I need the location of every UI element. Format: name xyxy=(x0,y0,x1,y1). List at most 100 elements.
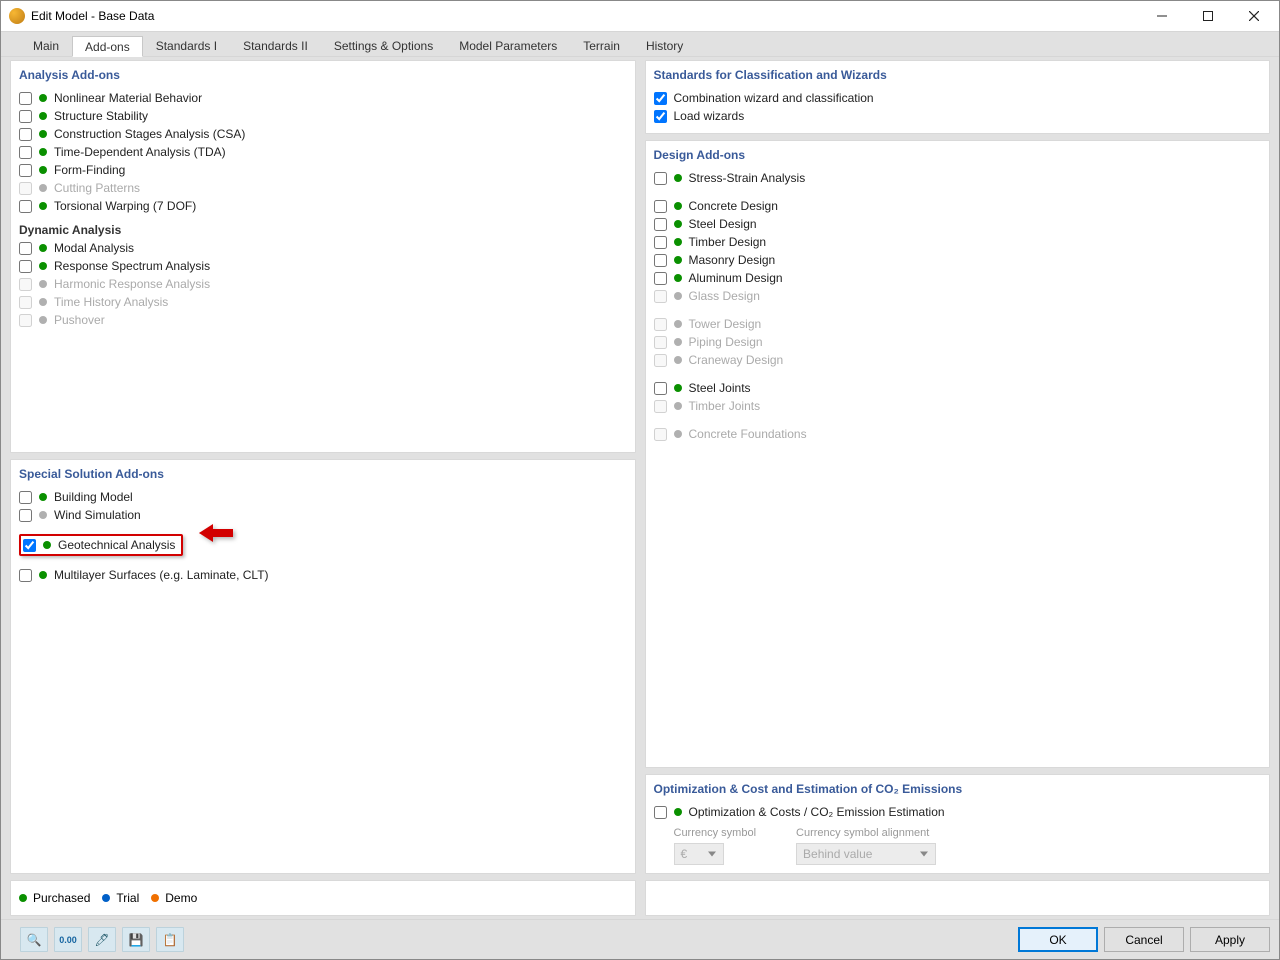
dynamic-item-2: Harmonic Response Analysis xyxy=(19,275,627,293)
geotechnical-label: Geotechnical Analysis xyxy=(58,538,175,552)
design-g1-0-checkbox[interactable] xyxy=(654,172,667,185)
geotechnical-dot xyxy=(43,541,51,549)
design-g2-5: Glass Design xyxy=(654,287,1262,305)
tab-history[interactable]: History xyxy=(633,35,696,56)
design-g3-0-label: Tower Design xyxy=(689,317,762,331)
ok-button[interactable]: OK xyxy=(1018,927,1098,952)
align-dropdown[interactable]: Behind value xyxy=(796,843,936,865)
design-g2-4-checkbox[interactable] xyxy=(654,272,667,285)
maximize-button[interactable] xyxy=(1185,1,1231,31)
analysis-item-2-checkbox[interactable] xyxy=(19,128,32,141)
highlight-arrow-icon xyxy=(199,519,235,547)
analysis-item-1-dot xyxy=(39,112,47,120)
standards-label-1: Load wizards xyxy=(674,109,745,123)
analysis-item-4-checkbox[interactable] xyxy=(19,164,32,177)
tool-script[interactable]: 🖊 xyxy=(88,927,116,952)
analysis-item-0[interactable]: Nonlinear Material Behavior xyxy=(19,89,627,107)
design-g2-2[interactable]: Timber Design xyxy=(654,233,1262,251)
standards-item-1[interactable]: Load wizards xyxy=(654,107,1262,125)
special-bottom-0-checkbox[interactable] xyxy=(19,569,32,582)
tool-search[interactable]: 🔍 xyxy=(20,927,48,952)
opt-checkbox[interactable] xyxy=(654,806,667,819)
design-g2-3-checkbox[interactable] xyxy=(654,254,667,267)
tool-copy[interactable]: 📋 xyxy=(156,927,184,952)
close-button[interactable] xyxy=(1231,1,1277,31)
analysis-item-6-label: Torsional Warping (7 DOF) xyxy=(54,199,196,213)
design-g2-4-dot xyxy=(674,274,682,282)
special-top-0[interactable]: Building Model xyxy=(19,488,627,506)
design-g4-0[interactable]: Steel Joints xyxy=(654,379,1262,397)
minimize-button[interactable] xyxy=(1139,1,1185,31)
legend-purchased: Purchased xyxy=(33,891,90,905)
dynamic-item-4-label: Pushover xyxy=(54,313,105,327)
dynamic-item-1[interactable]: Response Spectrum Analysis xyxy=(19,257,627,275)
design-g4-0-checkbox[interactable] xyxy=(654,382,667,395)
analysis-item-2-label: Construction Stages Analysis (CSA) xyxy=(54,127,245,141)
cancel-button[interactable]: Cancel xyxy=(1104,927,1184,952)
special-bottom-0[interactable]: Multilayer Surfaces (e.g. Laminate, CLT) xyxy=(19,566,627,584)
geotechnical-checkbox[interactable] xyxy=(23,539,36,552)
design-g2-1-checkbox[interactable] xyxy=(654,218,667,231)
apply-button[interactable]: Apply xyxy=(1190,927,1270,952)
analysis-item-4[interactable]: Form-Finding xyxy=(19,161,627,179)
analysis-item-3[interactable]: Time-Dependent Analysis (TDA) xyxy=(19,143,627,161)
analysis-item-5-label: Cutting Patterns xyxy=(54,181,140,195)
special-top-1[interactable]: Wind Simulation xyxy=(19,506,627,524)
analysis-item-0-checkbox[interactable] xyxy=(19,92,32,105)
design-g2-1[interactable]: Steel Design xyxy=(654,215,1262,233)
panel-design-title: Design Add-ons xyxy=(646,141,1270,165)
analysis-item-6-checkbox[interactable] xyxy=(19,200,32,213)
dynamic-item-1-dot xyxy=(39,262,47,270)
dynamic-item-3: Time History Analysis xyxy=(19,293,627,311)
legend-demo: Demo xyxy=(165,891,197,905)
dynamic-item-1-checkbox[interactable] xyxy=(19,260,32,273)
tool-export[interactable]: 💾 xyxy=(122,927,150,952)
analysis-item-1[interactable]: Structure Stability xyxy=(19,107,627,125)
tab-add-ons[interactable]: Add-ons xyxy=(72,36,143,57)
tab-model-parameters[interactable]: Model Parameters xyxy=(446,35,570,56)
panel-standards-title: Standards for Classification and Wizards xyxy=(646,61,1270,85)
analysis-item-3-dot xyxy=(39,148,47,156)
tab-main[interactable]: Main xyxy=(20,35,72,56)
analysis-item-6[interactable]: Torsional Warping (7 DOF) xyxy=(19,197,627,215)
standards-checkbox-0[interactable] xyxy=(654,92,667,105)
analysis-item-1-checkbox[interactable] xyxy=(19,110,32,123)
window-title: Edit Model - Base Data xyxy=(31,9,154,23)
analysis-item-4-label: Form-Finding xyxy=(54,163,125,177)
legend-trial-dot xyxy=(102,894,110,902)
standards-item-0[interactable]: Combination wizard and classification xyxy=(654,89,1262,107)
design-g4-1: Timber Joints xyxy=(654,397,1262,415)
design-g2-2-checkbox[interactable] xyxy=(654,236,667,249)
dynamic-item-0-checkbox[interactable] xyxy=(19,242,32,255)
dynamic-item-1-label: Response Spectrum Analysis xyxy=(54,259,210,273)
opt-item[interactable]: Optimization & Costs / CO₂ Emission Esti… xyxy=(654,803,1262,821)
dynamic-item-0[interactable]: Modal Analysis xyxy=(19,239,627,257)
analysis-item-2[interactable]: Construction Stages Analysis (CSA) xyxy=(19,125,627,143)
geotechnical-row[interactable]: Geotechnical Analysis xyxy=(19,524,627,566)
dynamic-item-3-label: Time History Analysis xyxy=(54,295,168,309)
tool-precision[interactable]: 0.00 xyxy=(54,927,82,952)
design-g5-0-checkbox xyxy=(654,428,667,441)
design-g1-0[interactable]: Stress-Strain Analysis xyxy=(654,169,1262,187)
tab-settings-options[interactable]: Settings & Options xyxy=(321,35,446,56)
special-top-1-label: Wind Simulation xyxy=(54,508,141,522)
tab-standards-ii[interactable]: Standards II xyxy=(230,35,321,56)
tab-terrain[interactable]: Terrain xyxy=(570,35,633,56)
standards-checkbox-1[interactable] xyxy=(654,110,667,123)
design-g3-1: Piping Design xyxy=(654,333,1262,351)
design-g2-2-label: Timber Design xyxy=(689,235,767,249)
special-top-1-checkbox[interactable] xyxy=(19,509,32,522)
dynamic-item-2-dot xyxy=(39,280,47,288)
special-bottom-0-label: Multilayer Surfaces (e.g. Laminate, CLT) xyxy=(54,568,269,582)
design-g2-4[interactable]: Aluminum Design xyxy=(654,269,1262,287)
tab-standards-i[interactable]: Standards I xyxy=(143,35,230,56)
special-top-0-checkbox[interactable] xyxy=(19,491,32,504)
analysis-item-3-checkbox[interactable] xyxy=(19,146,32,159)
opt-dot xyxy=(674,808,682,816)
design-g2-3[interactable]: Masonry Design xyxy=(654,251,1262,269)
design-g2-0[interactable]: Concrete Design xyxy=(654,197,1262,215)
design-g2-0-checkbox[interactable] xyxy=(654,200,667,213)
currency-dropdown[interactable]: € xyxy=(674,843,724,865)
dynamic-item-3-checkbox xyxy=(19,296,32,309)
dynamic-item-2-checkbox xyxy=(19,278,32,291)
